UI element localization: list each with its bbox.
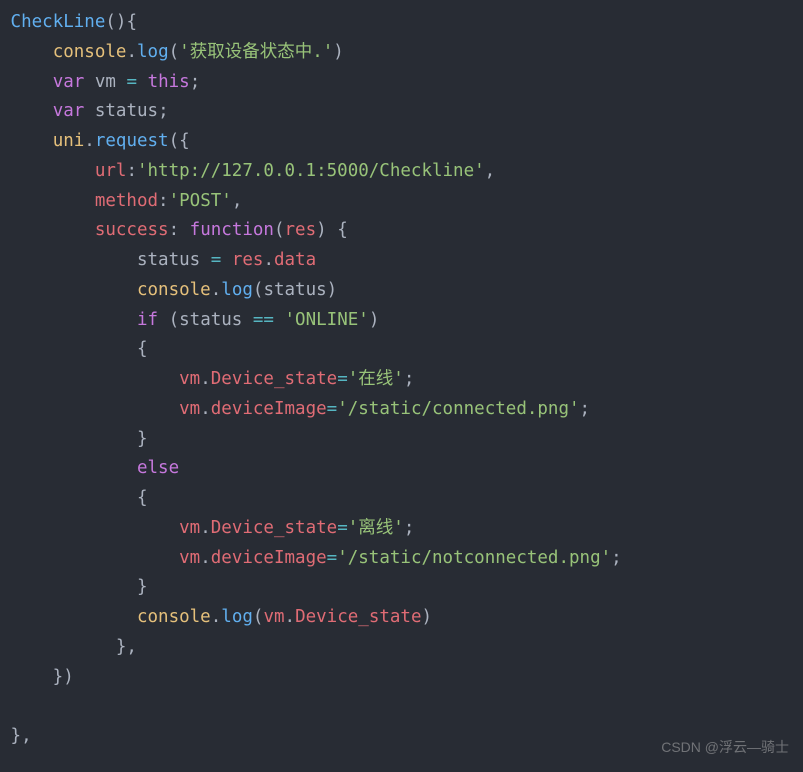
- watermark: CSDN @浮云—骑士: [661, 736, 789, 760]
- code-block: CheckLine(){ console.log('获取设备状态中.') var…: [0, 0, 803, 752]
- function-name: CheckLine: [11, 12, 106, 32]
